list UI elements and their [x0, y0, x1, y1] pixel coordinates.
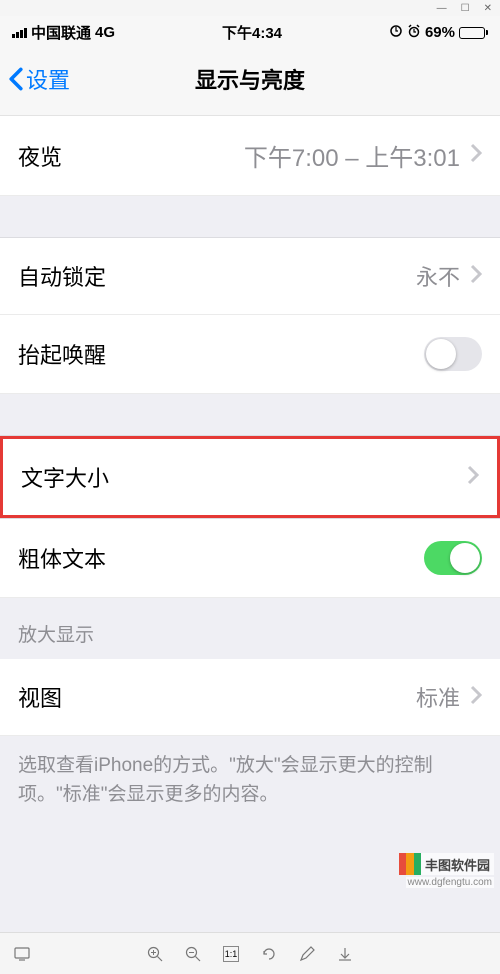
bold-text-toggle[interactable]: [424, 541, 482, 575]
settings-list: 夜览 下午7:00 – 上午3:01 自动锁定 永不 抬起唤醒 文字大小: [0, 116, 500, 825]
viewer-toolbar: 1:1: [0, 932, 500, 974]
back-label: 设置: [26, 63, 70, 95]
screen-icon[interactable]: [14, 946, 30, 962]
chevron-right-icon: [467, 465, 479, 490]
row-view[interactable]: 视图 标准: [0, 659, 500, 736]
row-raise-to-wake: 抬起唤醒: [0, 315, 500, 394]
battery-percent: 69%: [425, 24, 455, 41]
row-value: 标准: [416, 681, 460, 713]
battery-icon: [459, 27, 488, 39]
carrier-label: 中国联通: [31, 22, 91, 43]
download-icon[interactable]: [337, 946, 353, 962]
row-label: 视图: [18, 681, 62, 713]
section-footer-zoom: 选取查看iPhone的方式。"放大"会显示更大的控制项。"标准"会显示更多的内容…: [0, 736, 500, 825]
back-button[interactable]: 设置: [8, 63, 70, 95]
network-label: 4G: [95, 24, 115, 41]
chevron-left-icon: [8, 67, 24, 91]
row-label: 抬起唤醒: [18, 338, 106, 370]
row-label: 自动锁定: [18, 260, 106, 292]
chevron-right-icon: [470, 685, 482, 710]
zoom-out-icon[interactable]: [185, 946, 201, 962]
watermark-brand: 丰图软件园: [421, 855, 494, 874]
status-bar: 中国联通 4G 下午4:34 69%: [0, 16, 500, 49]
row-bold-text: 粗体文本: [0, 519, 500, 598]
section-header-zoom: 放大显示: [0, 598, 500, 659]
row-value: 永不: [416, 260, 460, 292]
rotate-cw-icon[interactable]: [261, 946, 277, 962]
rotation-lock-icon: [389, 24, 403, 42]
actual-size-button[interactable]: 1:1: [223, 946, 239, 962]
window-minimize-button[interactable]: —: [437, 3, 447, 14]
row-label: 夜览: [18, 140, 62, 172]
chevron-right-icon: [470, 264, 482, 289]
row-label: 文字大小: [21, 461, 109, 493]
chevron-right-icon: [470, 143, 482, 168]
watermark-url: www.dgfengtu.com: [406, 877, 495, 888]
watermark: 丰图软件园 www.dgfengtu.com: [399, 853, 494, 888]
row-label: 粗体文本: [18, 542, 106, 574]
nav-bar: 设置 显示与亮度: [0, 49, 500, 116]
row-auto-lock[interactable]: 自动锁定 永不: [0, 238, 500, 315]
phone-screen: 中国联通 4G 下午4:34 69% 设置 显示与亮度 夜览: [0, 16, 500, 932]
watermark-logo-icon: [399, 853, 421, 875]
zoom-in-icon[interactable]: [147, 946, 163, 962]
clock: 下午4:34: [222, 22, 282, 43]
window-maximize-button[interactable]: ☐: [461, 3, 470, 14]
window-close-button[interactable]: ✕: [484, 3, 492, 14]
row-night-shift[interactable]: 夜览 下午7:00 – 上午3:01: [0, 116, 500, 196]
edit-icon[interactable]: [299, 946, 315, 962]
signal-icon: [12, 28, 27, 38]
window-titlebar: — ☐ ✕: [0, 0, 500, 16]
highlight-box: 文字大小: [0, 436, 500, 518]
page-title: 显示与亮度: [195, 63, 305, 95]
raise-to-wake-toggle[interactable]: [424, 337, 482, 371]
row-value: 下午7:00 – 上午3:01: [244, 138, 460, 173]
alarm-icon: [407, 24, 421, 42]
row-text-size[interactable]: 文字大小: [3, 439, 497, 515]
